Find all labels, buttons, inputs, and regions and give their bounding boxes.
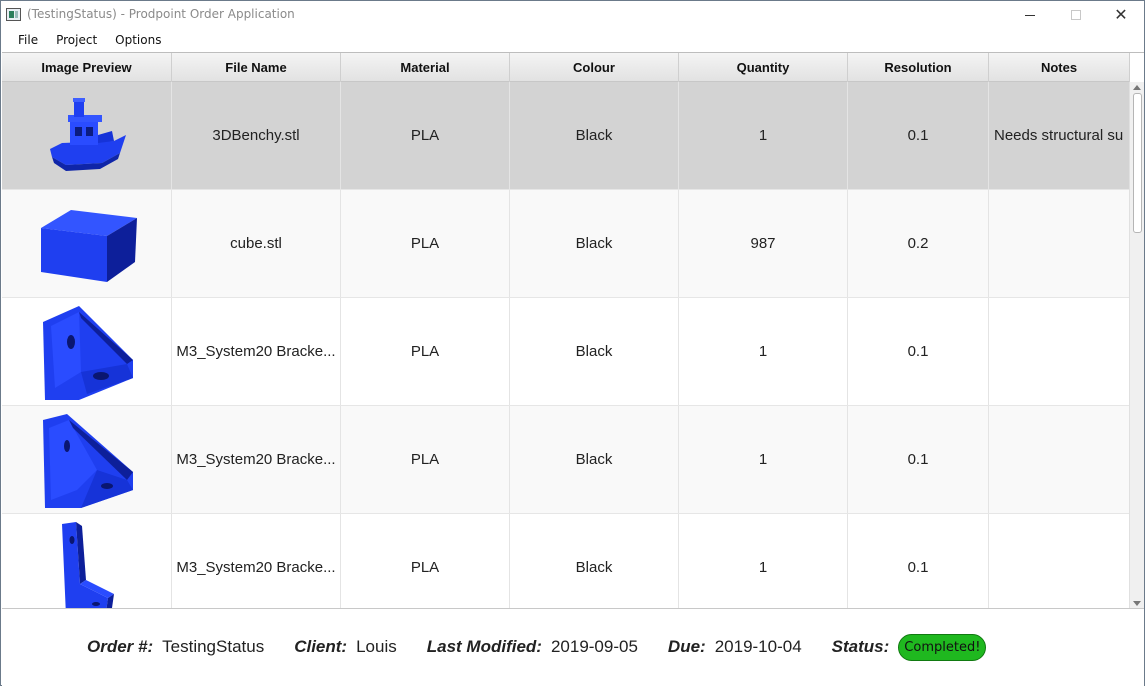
close-button[interactable]: ✕ <box>1098 1 1144 29</box>
material-cell: PLA <box>341 514 510 608</box>
preview-cell <box>2 190 172 297</box>
maximize-button[interactable] <box>1053 1 1099 29</box>
benchy-boat-model-icon <box>49 97 126 171</box>
file-name-cell: M3_System20 Bracke... <box>172 514 341 608</box>
table-body: 3DBenchy.stl PLA Black 1 0.1 Needs struc… <box>2 82 1130 608</box>
table-row[interactable]: cube.stl PLA Black 987 0.2 <box>2 190 1130 298</box>
due-label: Due: <box>667 637 706 656</box>
menu-options[interactable]: Options <box>106 33 170 47</box>
file-name-cell: 3DBenchy.stl <box>172 82 341 189</box>
l-bracket-model-icon <box>61 521 114 608</box>
status-badge[interactable]: Completed! <box>898 633 987 661</box>
order-value: TestingStatus <box>162 637 265 656</box>
app-window: (TestingStatus) - Prodpoint Order Applic… <box>0 0 1145 686</box>
app-icon <box>6 8 21 21</box>
colour-cell: Black <box>510 514 679 608</box>
preview-cell <box>2 514 172 608</box>
file-name-cell: M3_System20 Bracke... <box>172 298 341 405</box>
scroll-up-icon[interactable] <box>1133 85 1141 90</box>
resolution-cell: 0.1 <box>848 514 989 608</box>
table-row[interactable]: M3_System20 Bracke... PLA Black 1 0.1 <box>2 298 1130 406</box>
preview-cell <box>2 298 172 405</box>
column-header-material[interactable]: Material <box>341 53 510 82</box>
resolution-cell: 0.1 <box>848 298 989 405</box>
resolution-cell: 0.1 <box>848 82 989 189</box>
quantity-cell: 1 <box>679 406 848 513</box>
cube-model-icon <box>40 209 137 282</box>
notes-cell <box>989 514 1130 608</box>
menu-file[interactable]: File <box>9 33 47 47</box>
client-label: Client: <box>294 637 348 656</box>
table-row[interactable]: M3_System20 Bracke... PLA Black 1 0.1 <box>2 514 1130 608</box>
quantity-cell: 1 <box>679 82 848 189</box>
menu-bar: File Project Options <box>1 29 1144 51</box>
resolution-cell: 0.1 <box>848 406 989 513</box>
column-header-quantity[interactable]: Quantity <box>679 53 848 82</box>
bracket-model-icon <box>42 305 133 400</box>
table-header: Image Preview File Name Material Colour … <box>2 53 1130 82</box>
column-header-image-preview[interactable]: Image Preview <box>2 53 172 82</box>
colour-cell: Black <box>510 190 679 297</box>
last-modified-value: 2019-09-05 <box>550 637 638 656</box>
material-cell: PLA <box>341 406 510 513</box>
colour-cell: Black <box>510 82 679 189</box>
menu-project[interactable]: Project <box>47 33 106 47</box>
material-cell: PLA <box>341 190 510 297</box>
notes-cell <box>989 190 1130 297</box>
notes-cell: Needs structural su <box>989 82 1130 189</box>
quantity-cell: 1 <box>679 514 848 608</box>
colour-cell: Black <box>510 298 679 405</box>
table-row[interactable]: 3DBenchy.stl PLA Black 1 0.1 Needs struc… <box>2 82 1130 190</box>
status-label: Status: <box>831 637 890 656</box>
material-cell: PLA <box>341 298 510 405</box>
column-header-colour[interactable]: Colour <box>510 53 679 82</box>
quantity-cell: 1 <box>679 298 848 405</box>
maximize-icon <box>1071 10 1081 20</box>
bracket-model-icon <box>42 413 133 508</box>
order-table: Image Preview File Name Material Colour … <box>2 52 1144 608</box>
material-cell: PLA <box>341 82 510 189</box>
minimize-button[interactable] <box>1007 1 1053 29</box>
column-header-notes[interactable]: Notes <box>989 53 1130 82</box>
quantity-cell: 987 <box>679 190 848 297</box>
column-header-file-name[interactable]: File Name <box>172 53 341 82</box>
title-bar[interactable]: (TestingStatus) - Prodpoint Order Applic… <box>1 1 1144 29</box>
file-name-cell: cube.stl <box>172 190 341 297</box>
client-value: Louis <box>356 637 397 656</box>
window-title: (TestingStatus) - Prodpoint Order Applic… <box>27 7 295 21</box>
scroll-thumb[interactable] <box>1133 93 1142 233</box>
notes-cell <box>989 406 1130 513</box>
file-name-cell: M3_System20 Bracke... <box>172 406 341 513</box>
minimize-icon <box>1025 14 1035 16</box>
notes-cell <box>989 298 1130 405</box>
preview-cell <box>2 82 172 189</box>
column-header-resolution[interactable]: Resolution <box>848 53 989 82</box>
order-info-bar: Order #: TestingStatus Client: Louis Las… <box>2 608 1144 686</box>
order-label: Order #: <box>87 637 154 656</box>
colour-cell: Black <box>510 406 679 513</box>
table-row[interactable]: M3_System20 Bracke... PLA Black 1 0.1 <box>2 406 1130 514</box>
due-value: 2019-10-04 <box>714 637 802 656</box>
scroll-down-icon[interactable] <box>1133 601 1141 606</box>
preview-cell <box>2 406 172 513</box>
last-modified-label: Last Modified: <box>426 637 542 656</box>
vertical-scrollbar[interactable] <box>1129 82 1144 608</box>
resolution-cell: 0.2 <box>848 190 989 297</box>
